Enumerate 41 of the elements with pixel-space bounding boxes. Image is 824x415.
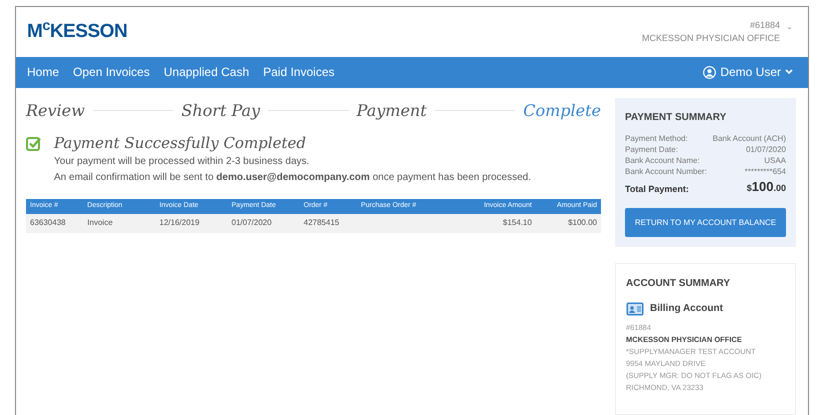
- nav-link[interactable]: Open Invoices: [73, 63, 150, 82]
- success-title: Payment Successfully Completed: [54, 132, 307, 154]
- summary-value: Bank Account (ACH): [712, 132, 786, 144]
- processing-note: Your payment will be processed within 2-3 business days.: [54, 154, 310, 168]
- chevron-down-icon: [785, 69, 793, 76]
- logo: M$^{c}$KESSON: [27, 18, 128, 44]
- summary-label: Payment Date:: [625, 144, 678, 154]
- table-cell: 12/16/2019: [159, 218, 200, 227]
- nav-link[interactable]: Home: [27, 63, 60, 82]
- account-name: MCKESSON PHYSICIAN OFFICE: [642, 32, 780, 45]
- summary-value: 01/07/2020: [746, 144, 786, 154]
- card-title: ACCOUNT SUMMARY: [626, 277, 732, 291]
- user-icon: [703, 66, 716, 79]
- account-dropdown-caret[interactable]: ˇ: [788, 24, 791, 38]
- nav-link[interactable]: Paid Invoices: [263, 63, 334, 82]
- step-label: Complete: [523, 100, 601, 122]
- card-title: PAYMENT SUMMARY: [625, 110, 728, 124]
- email-note: An email confirmation will be sent to demo.user@democompany.com once payment has been processed.: [54, 170, 532, 184]
- step-label: Payment: [356, 100, 427, 122]
- table-cell: 01/07/2020: [232, 218, 272, 227]
- total-value: $100.00: [746, 178, 786, 196]
- account-number: #61884: [750, 18, 780, 32]
- nav-link[interactable]: Unapplied Cash: [164, 63, 250, 82]
- table-cell: 63630438: [30, 218, 66, 227]
- step-label: Short Pay: [181, 100, 260, 122]
- table-cell: Invoice: [87, 218, 113, 227]
- user-menu[interactable]: Demo User: [703, 63, 797, 82]
- step-label: Review: [26, 100, 85, 122]
- id-card-icon: [626, 302, 644, 316]
- table-cell: $100.00: [568, 218, 597, 227]
- summary-label: Payment Method:: [625, 132, 688, 144]
- total-label: Total Payment:: [625, 182, 689, 196]
- summary-value: *********654: [744, 166, 786, 176]
- checkbox-checked-icon: [26, 136, 42, 152]
- table-cell: 42785415: [304, 218, 340, 227]
- summary-value: USAA: [764, 154, 786, 166]
- table-cell: $154.10: [502, 218, 532, 227]
- summary-label: Bank Account Name:: [625, 154, 700, 166]
- return-button[interactable]: RETURN TO MY ACCOUNT BALANCE: [625, 208, 786, 237]
- summary-label: Bank Account Number:: [625, 166, 707, 176]
- account-type: Billing Account: [650, 302, 723, 316]
